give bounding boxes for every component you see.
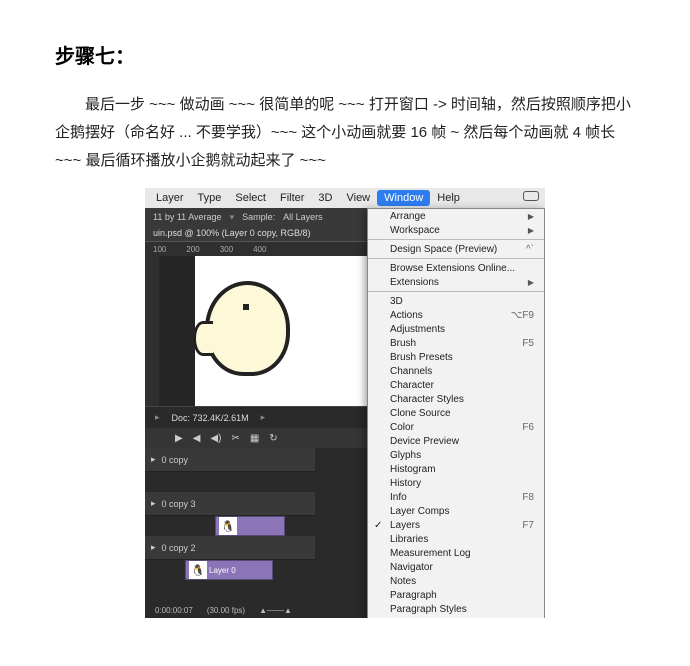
menu-window[interactable]: Window: [377, 190, 430, 206]
step-body: 最后一步 ~~~ 做动画 ~~~ 很简单的呢 ~~~ 打开窗口 -> 时间轴，然…: [55, 91, 635, 174]
menu-item-channels[interactable]: Channels: [368, 364, 544, 378]
fps: (30.00 fps): [207, 606, 245, 615]
transition-icon[interactable]: ▦: [250, 433, 259, 444]
menu-item-layer-comps[interactable]: Layer Comps: [368, 504, 544, 518]
menu-item-character[interactable]: Character: [368, 378, 544, 392]
menu-item-notes[interactable]: Notes: [368, 574, 544, 588]
submenu-arrow-icon: ▶: [528, 226, 534, 235]
timeline-clip[interactable]: 🐧 Layer 0: [185, 560, 273, 580]
app-menubar: Layer Type Select Filter 3D View Window …: [145, 188, 545, 208]
photoshop-screenshot: Layer Type Select Filter 3D View Window …: [145, 188, 545, 618]
menu-item-libraries[interactable]: Libraries: [368, 532, 544, 546]
menu-item-browse-extensions-online-[interactable]: Browse Extensions Online...: [368, 261, 544, 275]
menu-item-paragraph-styles[interactable]: Paragraph Styles: [368, 602, 544, 616]
screen-mode-icon[interactable]: [523, 191, 539, 201]
window-menu-dropdown: Arrange▶Workspace▶ Design Space (Preview)…: [367, 208, 545, 618]
timecode: 0:00:00:07: [155, 606, 193, 615]
menu-filter[interactable]: Filter: [273, 190, 311, 206]
submenu-arrow-icon: ▶: [528, 212, 534, 221]
menu-item-brush[interactable]: BrushF5: [368, 336, 544, 350]
timeline-clip[interactable]: 🐧: [215, 516, 285, 536]
ruler-vertical: [145, 256, 159, 406]
menu-item-device-preview[interactable]: Device Preview: [368, 434, 544, 448]
prev-icon[interactable]: ◀: [193, 433, 201, 444]
doc-size: Doc: 732.4K/2.61M: [172, 413, 249, 423]
menu-item-3d[interactable]: 3D: [368, 294, 544, 308]
menu-item-history[interactable]: History: [368, 476, 544, 490]
zoom-slider-icon[interactable]: ▲───▲: [259, 606, 292, 615]
menu-layer[interactable]: Layer: [149, 190, 191, 206]
menu-3d[interactable]: 3D: [311, 190, 339, 206]
menu-item-design-space-preview-[interactable]: Design Space (Preview)^`: [368, 242, 544, 256]
timeline-layer[interactable]: ▸0 copy 2: [145, 536, 315, 560]
menu-item-color[interactable]: ColorF6: [368, 420, 544, 434]
sample-scope[interactable]: All Layers: [283, 212, 323, 222]
loop-icon[interactable]: ↻: [269, 433, 277, 444]
step-heading: 步骤七：: [55, 40, 635, 69]
menu-item-paragraph[interactable]: Paragraph: [368, 588, 544, 602]
audio-icon[interactable]: ◀): [210, 433, 221, 444]
menu-item-measurement-log[interactable]: Measurement Log: [368, 546, 544, 560]
menu-item-actions[interactable]: Actions⌥F9: [368, 308, 544, 322]
menu-item-workspace[interactable]: Workspace▶: [368, 223, 544, 237]
timeline-layer[interactable]: ▸0 copy 3: [145, 492, 315, 516]
menu-item-arrange[interactable]: Arrange▶: [368, 209, 544, 223]
clip-thumb-icon: 🐧: [189, 561, 207, 579]
menu-item-brush-presets[interactable]: Brush Presets: [368, 350, 544, 364]
menu-item-glyphs[interactable]: Glyphs: [368, 448, 544, 462]
menu-item-layers[interactable]: LayersF7: [368, 518, 544, 532]
menu-type[interactable]: Type: [191, 190, 229, 206]
menu-item-adjustments[interactable]: Adjustments: [368, 322, 544, 336]
timeline-layer[interactable]: ▸0 copy: [145, 448, 315, 472]
menu-select[interactable]: Select: [228, 190, 273, 206]
sample-mode[interactable]: 11 by 11 Average: [153, 212, 222, 222]
menu-item-navigator[interactable]: Navigator: [368, 560, 544, 574]
menu-item-character-styles[interactable]: Character Styles: [368, 392, 544, 406]
menu-item-paths[interactable]: Paths: [368, 616, 544, 618]
menu-item-info[interactable]: InfoF8: [368, 490, 544, 504]
menu-view[interactable]: View: [339, 190, 377, 206]
split-icon[interactable]: ✂: [231, 433, 239, 444]
sample-label: Sample:: [242, 212, 275, 222]
menu-item-extensions[interactable]: Extensions▶: [368, 275, 544, 289]
submenu-arrow-icon: ▶: [528, 278, 534, 287]
menu-item-histogram[interactable]: Histogram: [368, 462, 544, 476]
menu-help[interactable]: Help: [430, 190, 467, 206]
play-icon[interactable]: ▶: [175, 433, 183, 444]
menu-item-clone-source[interactable]: Clone Source: [368, 406, 544, 420]
clip-thumb-icon: 🐧: [219, 517, 237, 535]
penguin-artwork: [185, 266, 305, 396]
